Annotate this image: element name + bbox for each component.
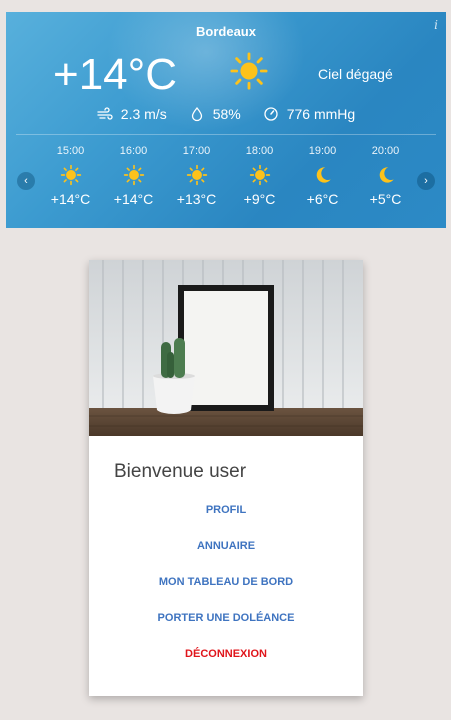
humidity-stat: 58% [189,106,241,122]
pressure-stat: 776 mmHg [263,106,355,122]
hour-time: 15:00 [56,145,85,157]
divider [16,134,436,135]
hour-time: 19:00 [308,145,337,157]
droplet-icon [191,106,202,122]
welcome-heading: Bienvenue user [114,461,247,482]
next-hours-button[interactable]: › [417,172,435,190]
moon-icon [291,159,354,191]
welcome-card: Bienvenue user PROFIL ANNUAIRE MON TABLE… [89,260,363,696]
hour-temp: +14°C [113,191,154,207]
hour-item: 18:00 +9°C [228,145,291,207]
sun-icon [39,159,102,191]
hourly-forecast: 15:00 +14°C 16:00 +14°C 17:00 +13°C 18:0… [39,145,417,207]
hour-temp: +13°C [176,191,217,207]
gauge-icon [264,107,278,121]
hour-time: 17:00 [182,145,211,157]
annuaire-link[interactable]: ANNUAIRE [89,540,363,576]
info-icon[interactable]: i [434,18,438,32]
dashboard-link[interactable]: MON TABLEAU DE BORD [89,576,363,612]
user-menu: PROFIL ANNUAIRE MON TABLEAU DE BORD PORT… [89,504,363,684]
hour-temp: +9°C [243,191,276,207]
hour-item: 20:00 +5°C [354,145,417,207]
hour-item: 15:00 +14°C [39,145,102,207]
hour-item: 17:00 +13°C [165,145,228,207]
prev-hours-button[interactable]: ‹ [17,172,35,190]
cactus-frame-image [89,260,363,436]
city-name: Bordeaux [196,24,256,39]
current-temperature: +14°C [53,50,178,99]
hour-temp: +14°C [50,191,91,207]
sun-icon [228,159,291,191]
hour-item: 16:00 +14°C [102,145,165,207]
humidity-value: 58% [212,106,241,122]
hour-temp: +5°C [369,191,402,207]
condition-text: Ciel dégagé [318,66,393,82]
hour-time: 20:00 [371,145,400,157]
hour-time: 16:00 [119,145,148,157]
pressure-value: 776 mmHg [286,106,356,122]
profil-link[interactable]: PROFIL [89,504,363,540]
hour-temp: +6°C [306,191,339,207]
sun-icon [165,159,228,191]
weather-widget: Bordeaux i +14°C Ciel dégagé 2.3 m/s 58% [6,12,446,228]
moon-icon [354,159,417,191]
sun-icon [230,52,268,90]
hour-item: 19:00 +6°C [291,145,354,207]
hour-time: 18:00 [245,145,274,157]
wind-stat: 2.3 m/s [97,106,167,122]
logout-link[interactable]: DÉCONNEXION [89,648,363,684]
wind-value: 2.3 m/s [120,106,167,122]
doleance-link[interactable]: PORTER UNE DOLÉANCE [89,612,363,648]
weather-stats: 2.3 m/s 58% 776 mmHg [6,106,446,122]
sun-icon [102,159,165,191]
wind-icon [97,107,113,120]
